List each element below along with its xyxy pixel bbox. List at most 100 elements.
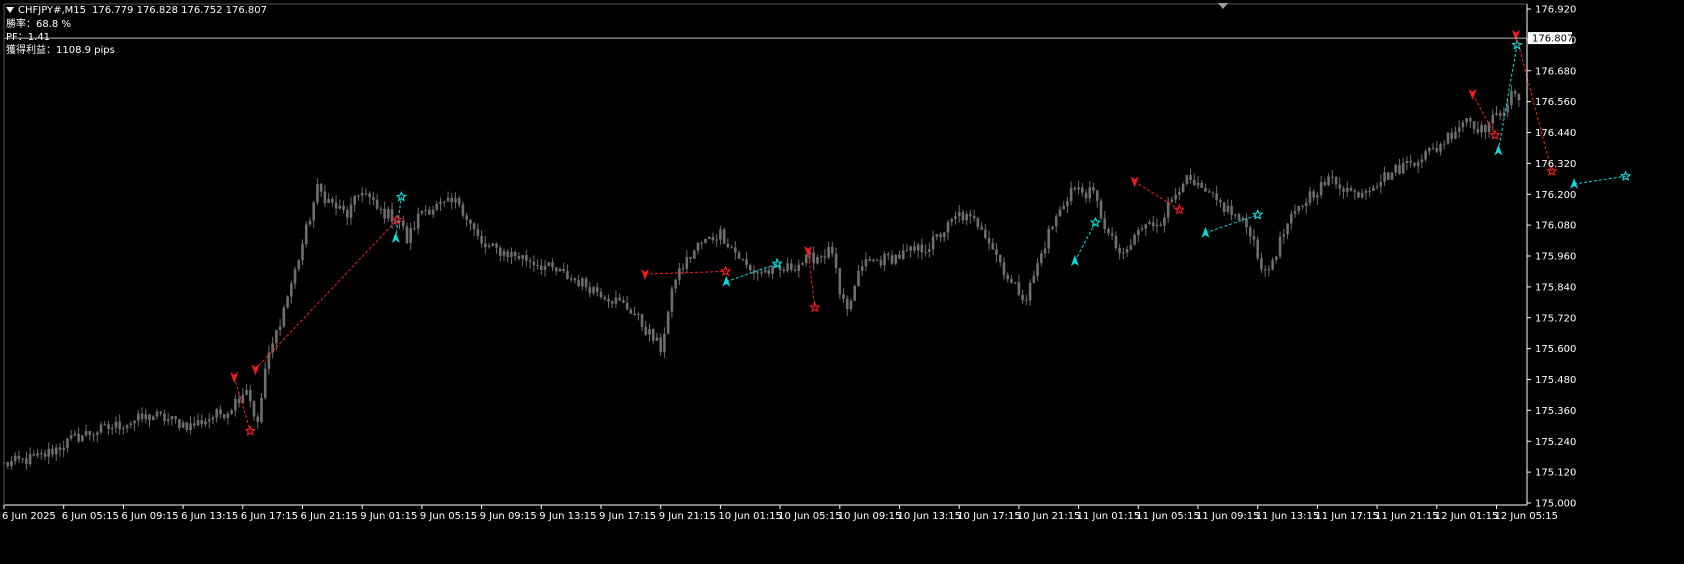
win-rate: 勝率：68.8 % bbox=[6, 19, 71, 30]
candle-body bbox=[1252, 236, 1256, 240]
exit-star-icon bbox=[1619, 170, 1632, 182]
candle-body bbox=[1148, 222, 1151, 225]
candle-body bbox=[1398, 164, 1401, 174]
candle-body bbox=[207, 419, 211, 422]
x-tick-label: 11 Jun 21:15 bbox=[1375, 511, 1439, 522]
candle-body bbox=[439, 201, 442, 204]
candle-body bbox=[726, 243, 730, 248]
price-chart[interactable]: 176.920176.800176.680176.560176.440176.3… bbox=[0, 0, 1684, 564]
candle-body bbox=[834, 253, 838, 269]
candle-body bbox=[25, 458, 28, 464]
candle-body bbox=[1073, 187, 1077, 190]
candle-body bbox=[872, 259, 875, 261]
candle-body bbox=[144, 414, 148, 420]
trades-layer bbox=[230, 29, 1632, 436]
y-tick-label: 176.440 bbox=[1535, 128, 1576, 139]
trade-line bbox=[1574, 175, 1626, 185]
candle-body bbox=[84, 431, 88, 436]
candle-body bbox=[148, 414, 151, 421]
candle-body bbox=[215, 409, 218, 418]
candle-body bbox=[976, 218, 980, 227]
candle-body bbox=[1439, 144, 1442, 152]
candle-body bbox=[1058, 209, 1062, 217]
y-tick-label: 175.120 bbox=[1535, 468, 1576, 479]
candle-body bbox=[1077, 187, 1080, 190]
candle-body bbox=[263, 368, 267, 398]
y-tick-label: 175.720 bbox=[1535, 313, 1576, 324]
candle-body bbox=[678, 268, 681, 280]
candle-body bbox=[513, 252, 517, 257]
candle-body bbox=[984, 229, 987, 238]
candle-body bbox=[920, 244, 924, 253]
candle-body bbox=[1069, 187, 1073, 202]
y-tick-label: 176.080 bbox=[1535, 221, 1576, 232]
candle-body bbox=[1129, 244, 1133, 250]
candle-body bbox=[372, 197, 375, 200]
candle-body bbox=[1316, 195, 1319, 198]
candle-body bbox=[588, 287, 592, 294]
candle-body bbox=[58, 447, 62, 450]
candle-body bbox=[816, 257, 819, 264]
candle-body bbox=[495, 243, 498, 248]
candle-body bbox=[1293, 211, 1297, 214]
candle-body bbox=[211, 417, 215, 420]
candle-body bbox=[1304, 202, 1308, 207]
candle-body bbox=[532, 261, 536, 266]
candle-body bbox=[472, 223, 476, 230]
candle-body bbox=[133, 420, 136, 424]
candles-layer bbox=[2, 85, 1521, 470]
candle-body bbox=[491, 243, 495, 246]
candle-body bbox=[110, 427, 114, 429]
x-tick-label: 6 Jun 05:15 bbox=[62, 511, 119, 522]
candle-body bbox=[502, 251, 506, 256]
candle-body bbox=[819, 256, 823, 258]
candle-body bbox=[763, 270, 767, 273]
candle-body bbox=[1204, 187, 1207, 192]
candle-body bbox=[853, 285, 857, 301]
candle-body bbox=[987, 237, 991, 244]
candle-body bbox=[1207, 191, 1211, 193]
candle-body bbox=[252, 401, 256, 417]
candle-body bbox=[1032, 275, 1036, 283]
candle-body bbox=[554, 267, 558, 272]
candle-body bbox=[1237, 214, 1241, 221]
symbol-line[interactable]: CHFJPY#,M15 176.779 176.828 176.752 176.8… bbox=[6, 4, 267, 17]
candle-body bbox=[793, 269, 797, 271]
candle-body bbox=[1211, 192, 1215, 194]
candle-body bbox=[13, 455, 17, 462]
candle-body bbox=[961, 212, 965, 221]
candle-body bbox=[1457, 127, 1461, 132]
chart-window[interactable]: 176.920176.800176.680176.560176.440176.3… bbox=[0, 0, 1684, 564]
candle-body bbox=[174, 416, 177, 420]
candle-body bbox=[312, 202, 315, 221]
candle-body bbox=[659, 337, 662, 353]
candle-body bbox=[200, 420, 204, 425]
candle-body bbox=[1256, 239, 1259, 259]
candle-body bbox=[446, 197, 450, 202]
candle-body bbox=[898, 254, 901, 259]
collapse-triangle-icon[interactable] bbox=[6, 7, 14, 13]
candle-body bbox=[1043, 248, 1047, 254]
candle-body bbox=[1301, 206, 1304, 208]
candle-body bbox=[935, 234, 939, 237]
candle-body bbox=[644, 326, 648, 335]
candle-body bbox=[1498, 113, 1502, 116]
candle-body bbox=[1181, 183, 1185, 193]
candle-body bbox=[420, 210, 424, 214]
candle-body bbox=[875, 259, 879, 261]
candle-body bbox=[99, 424, 103, 433]
candle-body bbox=[1364, 190, 1368, 193]
candle-body bbox=[360, 193, 364, 196]
candle-body bbox=[308, 220, 312, 225]
candle-body bbox=[1401, 162, 1405, 174]
candle-body bbox=[566, 271, 569, 279]
candle-body bbox=[674, 279, 677, 289]
candle-body bbox=[170, 416, 174, 420]
candle-body bbox=[655, 337, 659, 341]
candle-body bbox=[1110, 233, 1114, 236]
candle-body bbox=[189, 423, 192, 431]
candle-body bbox=[1178, 192, 1181, 195]
candle-body bbox=[558, 268, 562, 272]
candle-body bbox=[689, 257, 692, 259]
candle-body bbox=[577, 280, 580, 287]
